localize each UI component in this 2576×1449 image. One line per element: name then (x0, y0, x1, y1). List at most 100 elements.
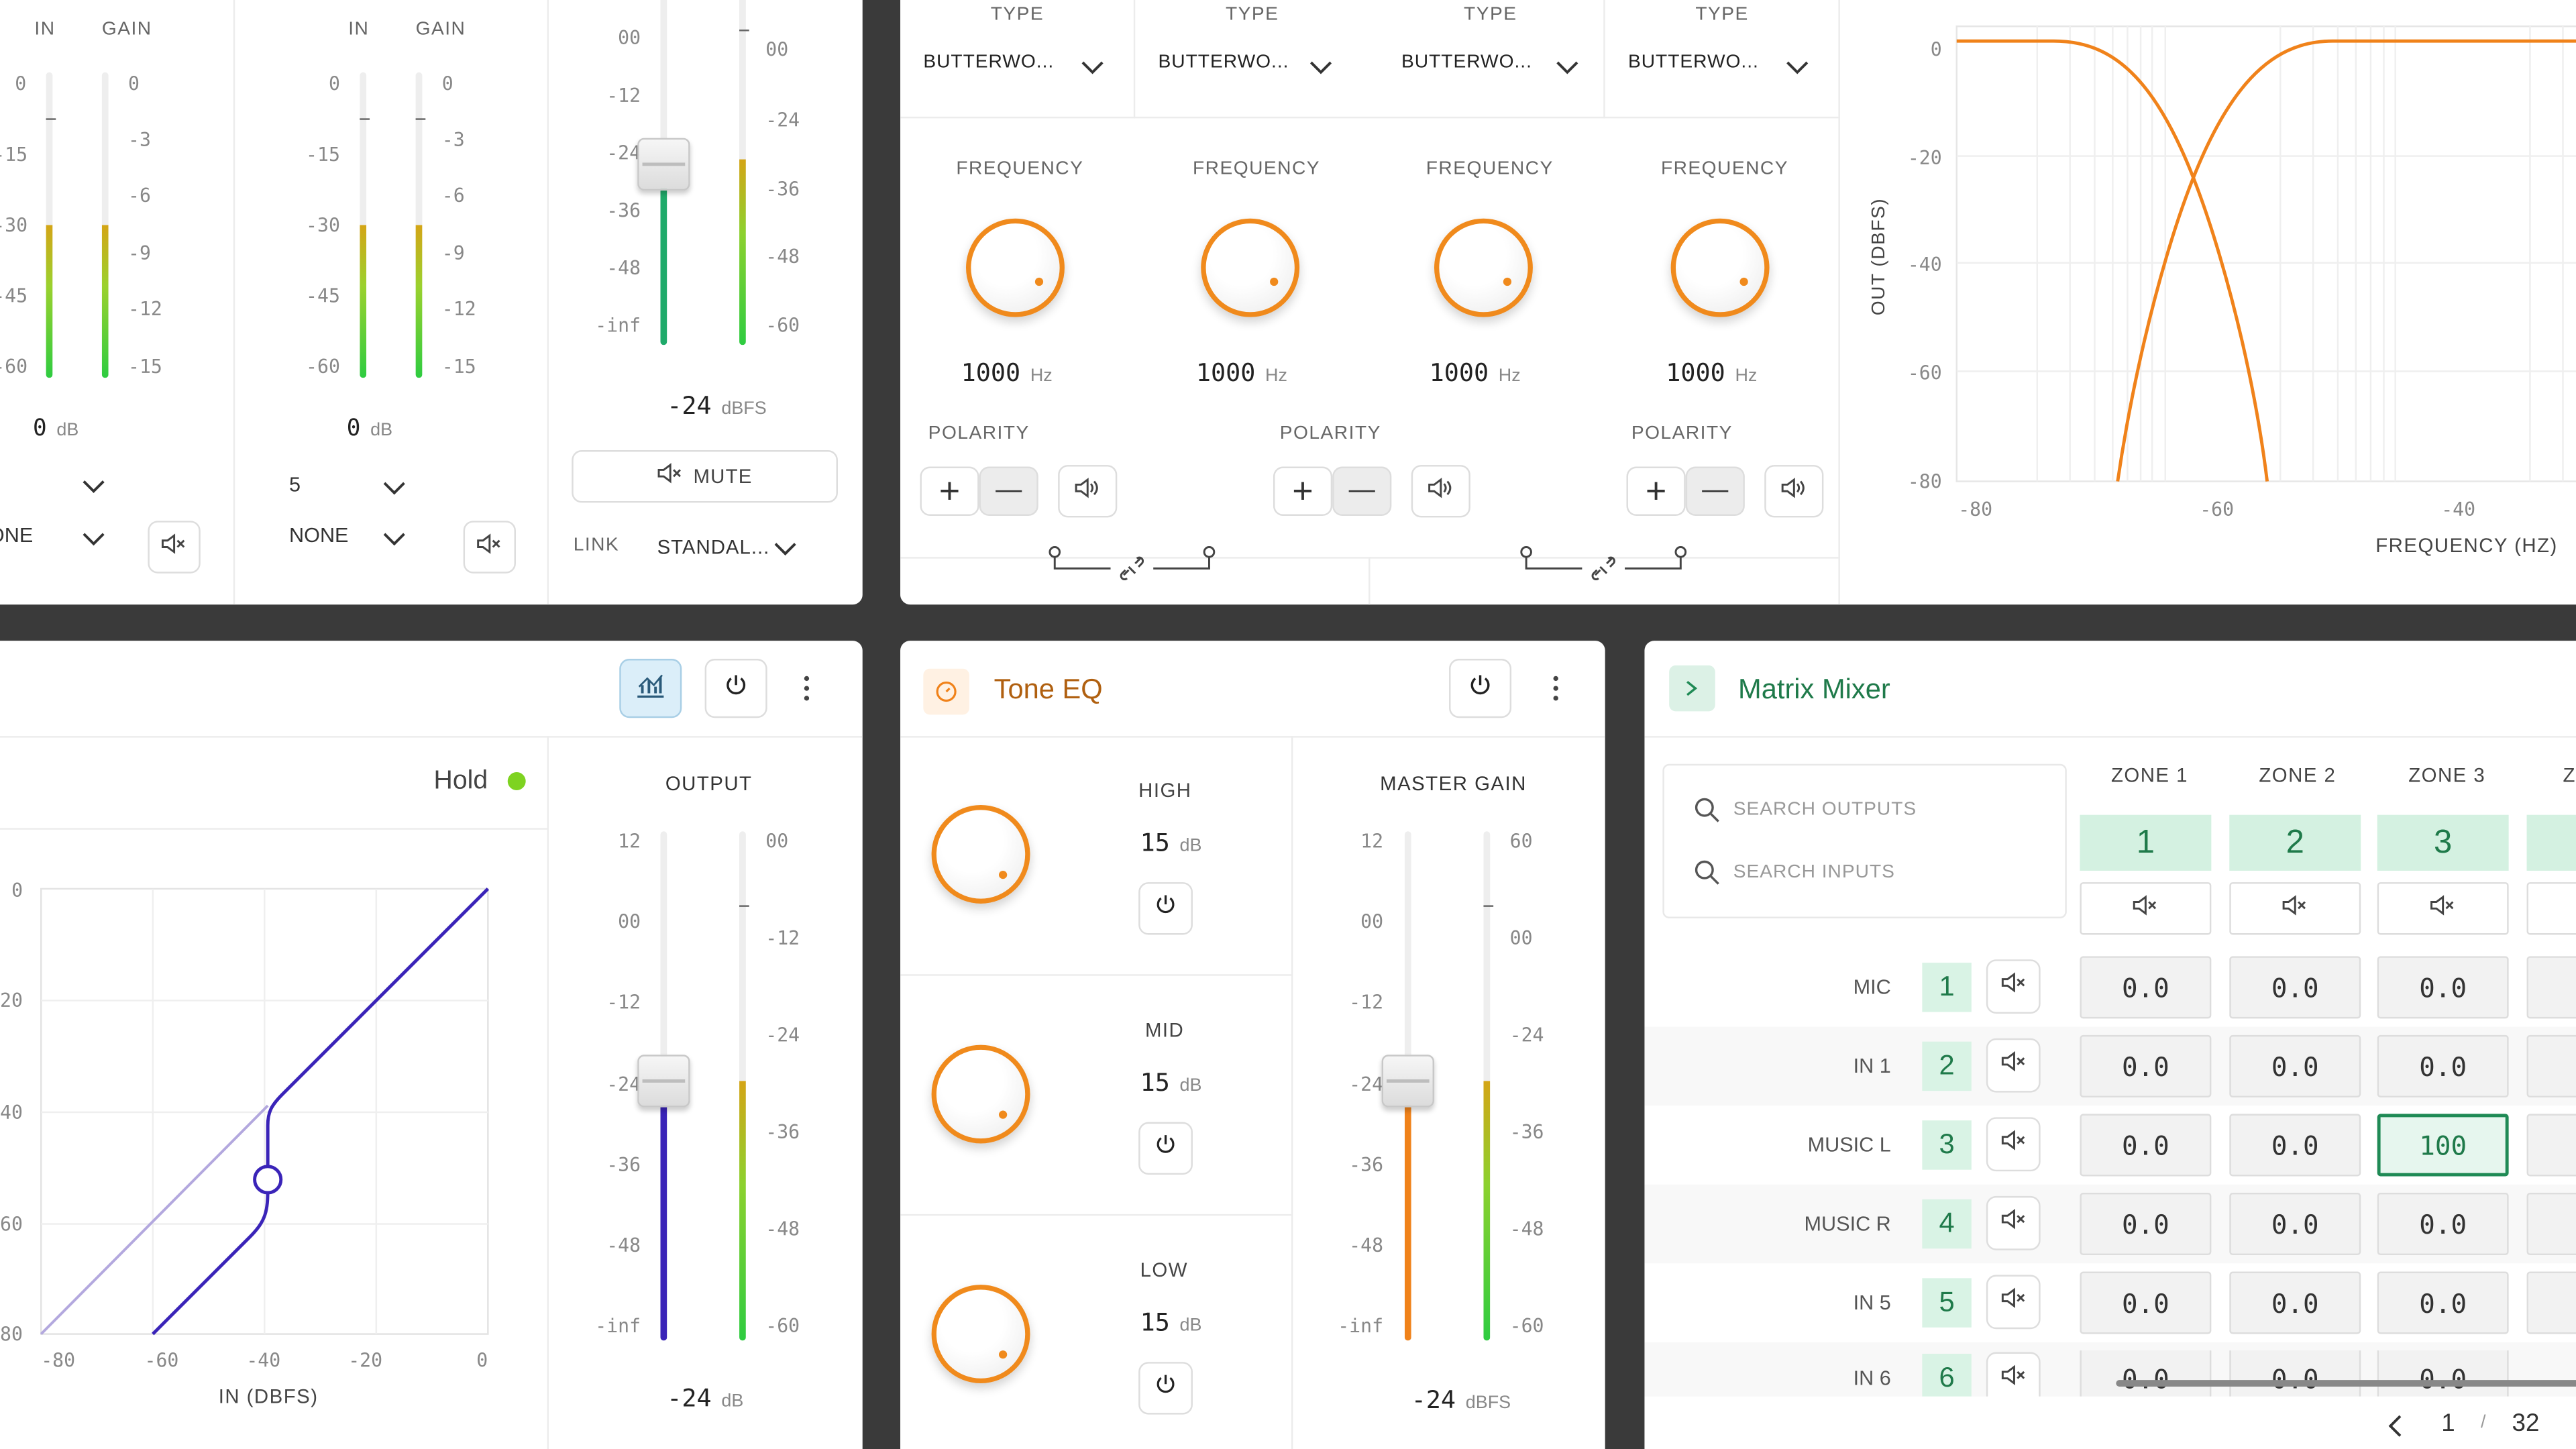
zone-mute-button[interactable] (2526, 882, 2576, 935)
link-select[interactable]: STANDAL... (652, 526, 816, 566)
band-gain-value[interactable]: 15 dB (1140, 1307, 1202, 1337)
more-options-button[interactable] (1551, 676, 1567, 705)
frequency-value[interactable]: 1000 Hz (1430, 358, 1521, 388)
type-select[interactable]: BUTTERWO... (920, 49, 1127, 85)
matrix-cell[interactable]: 0.0 (2080, 956, 2212, 1019)
gain-value[interactable]: 0 dB (347, 416, 392, 442)
hold-indicator: Hold (434, 767, 527, 797)
power-button[interactable] (704, 659, 767, 718)
matrix-cell[interactable]: 0.0 (2080, 1192, 2212, 1256)
zone-mute-button[interactable] (2377, 882, 2509, 935)
mid-gain-knob[interactable] (931, 1044, 1030, 1144)
listen-button[interactable] (1058, 465, 1118, 518)
matrix-cell[interactable]: 0.0 (2229, 1114, 2361, 1177)
matrix-cell[interactable]: 0.0 (2229, 1034, 2361, 1097)
matrix-cell[interactable] (2526, 1192, 2576, 1256)
graph-view-button[interactable] (619, 659, 682, 718)
zone-number[interactable]: 1 (2080, 814, 2212, 871)
horizontal-scrollbar[interactable] (2116, 1380, 2576, 1387)
band-link-toggle[interactable] (1048, 545, 1228, 588)
band-bypass-button[interactable] (1138, 882, 1193, 935)
frequency-value[interactable]: 1000 Hz (1666, 358, 1757, 388)
channel-dropdown[interactable] (19, 473, 184, 506)
matrix-cell-active[interactable]: 100 (2377, 1114, 2509, 1177)
frequency-value[interactable]: 1000 Hz (961, 358, 1053, 388)
matrix-cell[interactable]: 0.0 (2377, 1034, 2509, 1097)
listen-button[interactable] (1764, 465, 1824, 518)
type-select[interactable]: BUTTERWO... (1398, 49, 1605, 85)
more-options-button[interactable] (802, 676, 828, 705)
output-meter (739, 831, 746, 1341)
master-fader-handle[interactable] (1381, 1055, 1434, 1108)
matrix-cell[interactable]: 0.0 (2229, 956, 2361, 1019)
channel-dropdown[interactable]: 5 (282, 467, 447, 503)
input-number[interactable]: 6 (1922, 1353, 1972, 1403)
zone-number[interactable]: 3 (2377, 814, 2509, 871)
search-outputs-field[interactable]: SEARCH OUTPUTS (1694, 795, 2055, 828)
zone-mute-button[interactable] (2229, 882, 2361, 935)
polarity-negative-button[interactable]: — (1332, 466, 1392, 516)
output-fader-handle[interactable] (637, 1055, 690, 1108)
matrix-cell[interactable]: 0.0 (2377, 1192, 2509, 1256)
search-inputs-field[interactable]: SEARCH INPUTS (1694, 857, 2055, 890)
frequency-value[interactable]: 1000 Hz (1196, 358, 1287, 388)
chevron-left-icon[interactable] (2387, 1415, 2403, 1446)
zone-number[interactable] (2526, 814, 2576, 871)
input-number[interactable]: 3 (1922, 1120, 1972, 1170)
polarity-negative-button[interactable]: — (979, 466, 1038, 516)
page-current[interactable]: 1 (2441, 1409, 2455, 1438)
band-gain-value[interactable]: 15 dB (1140, 1068, 1202, 1097)
listen-button[interactable] (1411, 465, 1470, 518)
matrix-cell[interactable] (2526, 1034, 2576, 1097)
band-bypass-button[interactable] (1138, 1362, 1193, 1415)
matrix-cell[interactable]: 0.0 (2377, 956, 2509, 1019)
matrix-cell[interactable] (2526, 1271, 2576, 1334)
band-link-toggle[interactable] (1519, 545, 1700, 588)
matrix-cell[interactable] (2526, 1114, 2576, 1177)
master-gain-value[interactable]: -24 dBFS (1411, 1385, 1511, 1415)
matrix-cell[interactable]: 0.0 (2229, 1192, 2361, 1256)
zone-number[interactable]: 2 (2229, 814, 2361, 871)
zone-mute-button[interactable] (2080, 882, 2212, 935)
input-number[interactable]: 5 (1922, 1278, 1972, 1328)
input-mute-button[interactable] (1986, 1117, 2041, 1172)
matrix-cell[interactable]: 0.0 (2229, 1271, 2361, 1334)
power-button[interactable] (1449, 659, 1512, 718)
polarity-positive-button[interactable]: + (920, 466, 979, 516)
high-gain-knob[interactable] (931, 805, 1030, 904)
band-bypass-button[interactable] (1138, 1122, 1193, 1175)
frequency-knob[interactable] (966, 218, 1065, 317)
mode-select[interactable]: NONE (282, 516, 447, 555)
mute-toggle-button[interactable] (463, 521, 516, 574)
input-number[interactable]: 1 (1922, 963, 1972, 1012)
frequency-knob[interactable] (1434, 218, 1533, 317)
mode-select[interactable]: NONE (0, 516, 151, 555)
frequency-knob[interactable] (1201, 218, 1300, 317)
input-mute-button[interactable] (1986, 1195, 2041, 1250)
input-number[interactable]: 2 (1922, 1041, 1972, 1091)
matrix-cell[interactable]: 0.0 (2080, 1271, 2212, 1334)
matrix-cell[interactable]: 0.0 (2377, 1271, 2509, 1334)
type-select[interactable]: BUTTERWO... (1625, 49, 1832, 85)
matrix-cell[interactable]: 0.0 (2080, 1114, 2212, 1177)
polarity-positive-button[interactable]: + (1626, 466, 1686, 516)
input-mute-button[interactable] (1986, 1038, 2041, 1093)
fader-handle[interactable] (637, 138, 690, 191)
y-tick: 60 (0, 1212, 23, 1236)
gain-value[interactable]: 0 dB (33, 416, 78, 442)
matrix-cell[interactable] (2526, 956, 2576, 1019)
output-value[interactable]: -24 dB (667, 1383, 743, 1413)
band-gain-value[interactable]: 15 dB (1140, 828, 1202, 857)
fader-value[interactable]: -24 dBFS (667, 391, 766, 421)
input-number[interactable]: 4 (1922, 1199, 1972, 1249)
frequency-knob[interactable] (1670, 218, 1770, 317)
type-select[interactable]: BUTTERWO... (1155, 49, 1362, 85)
mute-button[interactable]: MUTE (572, 450, 838, 503)
polarity-positive-button[interactable]: + (1273, 466, 1333, 516)
mute-toggle-button[interactable] (148, 521, 201, 574)
polarity-negative-button[interactable]: — (1685, 466, 1745, 516)
input-mute-button[interactable] (1986, 959, 2041, 1014)
matrix-cell[interactable]: 0.0 (2080, 1034, 2212, 1097)
input-mute-button[interactable] (1986, 1275, 2041, 1330)
low-gain-knob[interactable] (931, 1285, 1030, 1384)
